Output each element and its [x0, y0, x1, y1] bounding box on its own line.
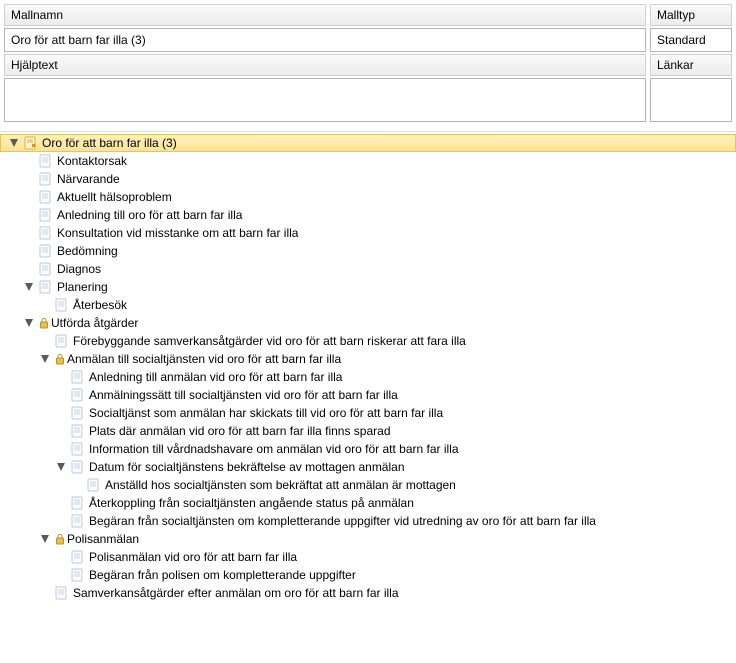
tree-item-samverkan-efter[interactable]: Samverkansåtgärder efter anmälan om oro …	[32, 584, 736, 602]
page-icon	[39, 190, 53, 204]
page-icon	[39, 226, 53, 240]
tree-item-polisanmalan-oro[interactable]: Polisanmälan vid oro för att barn far il…	[48, 548, 736, 566]
page-icon	[39, 280, 53, 294]
tree-item-datum-bekraftelse[interactable]: Datum för socialtjänstens bekräftelse av…	[48, 458, 736, 476]
tree-area: Oro för att barn far illa (3) Kontaktors…	[0, 131, 736, 608]
tree-item-polisanmalan[interactable]: Polisanmälan	[32, 530, 736, 548]
page-icon	[71, 460, 85, 474]
page-icon	[71, 406, 85, 420]
malltyp-input[interactable]	[650, 28, 732, 52]
tree-item-aterkoppling[interactable]: Återkoppling från socialtjänsten angåend…	[48, 494, 736, 512]
page-icon	[71, 442, 85, 456]
tree-item-begaran-polis[interactable]: Begäran från polisen om kompletterande u…	[48, 566, 736, 584]
tree-item-anstalld-bekraftat[interactable]: Anställd hos socialtjänsten som bekräfta…	[64, 476, 736, 494]
tree-item-anmalningssatt[interactable]: Anmälningssätt till socialtjänsten vid o…	[48, 386, 736, 404]
tree-item-narvarande[interactable]: Närvarande	[16, 170, 736, 188]
page-icon	[71, 550, 85, 564]
page-icon	[71, 370, 85, 384]
mallnamn-label: Mallnamn	[4, 4, 646, 26]
collapse-icon[interactable]	[24, 282, 35, 293]
tree-item-socialtjanst-skickat[interactable]: Socialtjänst som anmälan har skickats ti…	[48, 404, 736, 422]
tree-item-utforda-atgarder[interactable]: Utförda åtgärder	[16, 314, 736, 332]
tree-item-bedomning[interactable]: Bedömning	[16, 242, 736, 260]
tree-item-plats-sparad[interactable]: Plats där anmälan vid oro för att barn f…	[48, 422, 736, 440]
lock-icon	[55, 353, 65, 365]
tree-item-diagnos[interactable]: Diagnos	[16, 260, 736, 278]
page-icon	[71, 568, 85, 582]
tree-item-info-vardnadshavare[interactable]: Information till vårdnadshavare om anmäl…	[48, 440, 736, 458]
lock-icon	[55, 533, 65, 545]
page-icon	[55, 586, 69, 600]
page-icon	[39, 244, 53, 258]
collapse-icon[interactable]	[24, 318, 35, 329]
tree-item-begaran-social[interactable]: Begäran från socialtjänsten om komplette…	[48, 512, 736, 530]
tree-item-anledning-oro[interactable]: Anledning till oro för att barn far illa	[16, 206, 736, 224]
tree-item-aktuellt-halsoproblem[interactable]: Aktuellt hälsoproblem	[16, 188, 736, 206]
tree-item-kontaktorsak[interactable]: Kontaktorsak	[16, 152, 736, 170]
collapse-icon[interactable]	[40, 534, 51, 545]
page-icon	[55, 334, 69, 348]
lankar-textarea[interactable]	[650, 78, 732, 122]
collapse-icon[interactable]	[9, 138, 20, 149]
tree-item-planering[interactable]: Planering	[16, 278, 736, 296]
tree-item-aterbesok[interactable]: Återbesök	[32, 296, 736, 314]
collapse-icon[interactable]	[40, 354, 51, 365]
malltyp-label: Malltyp	[650, 4, 732, 26]
tree-item-forebyggande[interactable]: Förebyggande samverkansåtgärder vid oro …	[32, 332, 736, 350]
page-icon	[71, 496, 85, 510]
page-icon	[87, 478, 101, 492]
tree-item-anledning-anmalan[interactable]: Anledning till anmälan vid oro för att b…	[48, 368, 736, 386]
tree-root-label: Oro för att barn far illa (3)	[42, 136, 177, 150]
mallnamn-input[interactable]	[4, 28, 646, 52]
form-area: Mallnamn Malltyp Hjälptext Länkar	[0, 0, 736, 131]
hjalptext-label: Hjälptext	[4, 54, 646, 76]
hjalptext-textarea[interactable]	[4, 78, 646, 122]
lankar-label: Länkar	[650, 54, 732, 76]
tree-root[interactable]: Oro för att barn far illa (3)	[0, 134, 736, 152]
page-icon	[71, 514, 85, 528]
page-icon	[39, 172, 53, 186]
tree-item-anmalan-social[interactable]: Anmälan till socialtjänsten vid oro för …	[32, 350, 736, 368]
page-icon	[55, 298, 69, 312]
page-icon	[71, 388, 85, 402]
collapse-icon[interactable]	[56, 462, 67, 473]
page-icon	[39, 208, 53, 222]
lock-icon	[39, 317, 49, 329]
page-icon	[71, 424, 85, 438]
page-icon	[39, 262, 53, 276]
document-edit-icon	[24, 136, 38, 150]
tree-item-konsultation[interactable]: Konsultation vid misstanke om att barn f…	[16, 224, 736, 242]
page-icon	[39, 154, 53, 168]
